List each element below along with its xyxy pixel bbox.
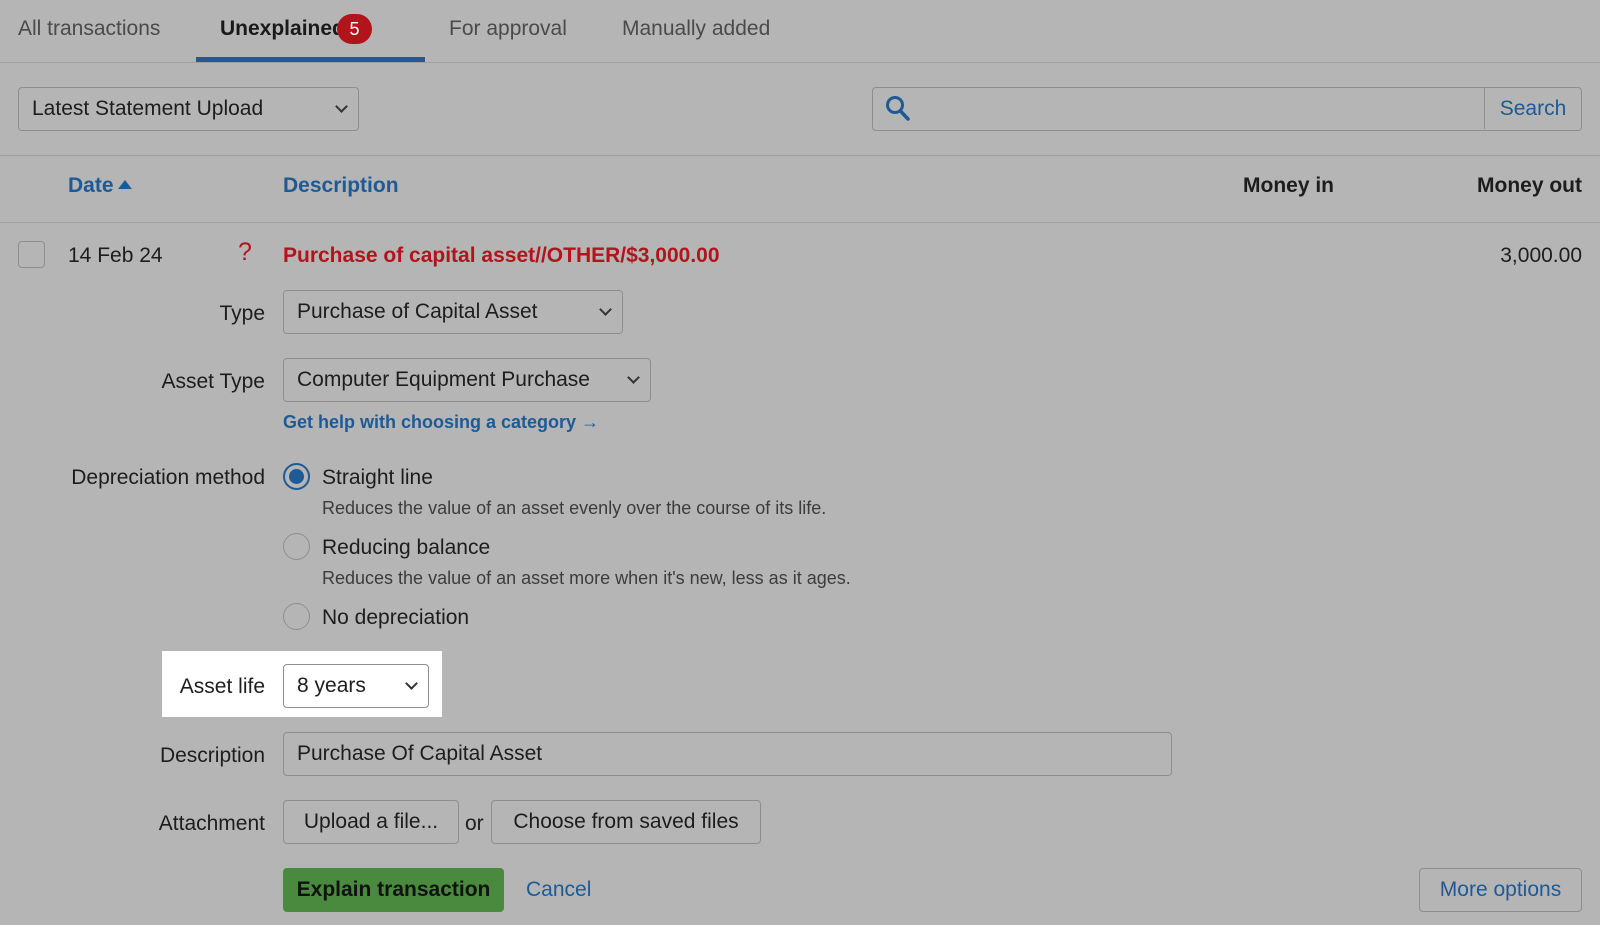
- straight-line-label[interactable]: Straight line: [322, 466, 433, 490]
- row-select-checkbox[interactable]: [18, 241, 45, 268]
- chevron-down-icon: [335, 100, 348, 113]
- reducing-balance-radio[interactable]: [283, 533, 310, 560]
- asset-type-select[interactable]: Computer Equipment Purchase: [283, 358, 651, 402]
- tab-manually-added[interactable]: Manually added: [622, 0, 770, 62]
- or-separator: or: [465, 812, 484, 835]
- description-input[interactable]: Purchase Of Capital Asset: [283, 732, 1172, 776]
- asset-life-select[interactable]: 8 years: [283, 664, 429, 708]
- asset-type-select-value: Computer Equipment Purchase: [297, 368, 590, 391]
- sort-ascending-icon: [117, 180, 132, 189]
- explain-transaction-button[interactable]: Explain transaction: [283, 868, 504, 912]
- asset-type-label: Asset Type: [161, 370, 265, 393]
- description-column-header[interactable]: Description: [283, 174, 399, 198]
- filter-bar: Latest Statement Upload Search: [0, 63, 1600, 156]
- cancel-link[interactable]: Cancel: [526, 878, 591, 902]
- unexplained-count-badge: 5: [337, 14, 372, 44]
- attachment-label: Attachment: [158, 812, 265, 835]
- statement-select-value: Latest Statement Upload: [32, 97, 264, 120]
- transaction-description[interactable]: Purchase of capital asset//OTHER/$3,000.…: [283, 244, 720, 268]
- description-field-label: Description: [159, 744, 265, 767]
- no-depreciation-radio[interactable]: [283, 603, 310, 630]
- date-header-label: Date: [68, 174, 114, 197]
- active-tab-indicator: [196, 57, 425, 62]
- straight-line-hint: Reduces the value of an asset evenly ove…: [322, 498, 827, 518]
- tab-unexplained[interactable]: Unexplained: [220, 0, 345, 62]
- tab-for-approval[interactable]: For approval: [449, 0, 567, 62]
- reducing-balance-label[interactable]: Reducing balance: [322, 536, 490, 560]
- asset-life-label: Asset life: [179, 675, 265, 698]
- asset-life-select-value: 8 years: [297, 674, 366, 697]
- category-help-link[interactable]: Get help with choosing a category →: [283, 412, 599, 433]
- search-input[interactable]: [921, 88, 1481, 129]
- money-out-column-header: Money out: [1477, 174, 1582, 197]
- search-icon: [886, 96, 910, 121]
- search-box: Search: [872, 87, 1582, 131]
- no-depreciation-label[interactable]: No depreciation: [322, 606, 469, 630]
- statement-select[interactable]: Latest Statement Upload: [18, 87, 359, 131]
- type-label: Type: [219, 302, 265, 325]
- money-in-column-header: Money in: [1243, 174, 1335, 197]
- transaction-tabs: All transactions Unexplained 5 For appro…: [0, 0, 1600, 63]
- chevron-down-icon: [627, 371, 640, 384]
- type-select-value: Purchase of Capital Asset: [297, 300, 538, 323]
- unexplained-question-icon: ?: [238, 238, 252, 266]
- tab-all-transactions[interactable]: All transactions: [18, 0, 160, 62]
- reducing-balance-hint: Reduces the value of an asset more when …: [322, 568, 851, 588]
- depreciation-method-label: Depreciation method: [71, 466, 265, 489]
- more-options-button[interactable]: More options: [1419, 868, 1582, 912]
- search-button[interactable]: Search: [1484, 88, 1581, 129]
- upload-file-button[interactable]: Upload a file...: [283, 800, 459, 844]
- chevron-down-icon: [599, 303, 612, 316]
- choose-saved-files-button[interactable]: Choose from saved files: [491, 800, 761, 844]
- transaction-money-out: 3,000.00: [1500, 244, 1582, 267]
- straight-line-radio[interactable]: [283, 463, 310, 490]
- table-header: Date Description Money in Money out: [0, 156, 1600, 223]
- chevron-down-icon: [405, 677, 418, 690]
- type-select[interactable]: Purchase of Capital Asset: [283, 290, 623, 334]
- date-column-header[interactable]: Date: [68, 174, 132, 198]
- transaction-date: 14 Feb 24: [68, 244, 163, 267]
